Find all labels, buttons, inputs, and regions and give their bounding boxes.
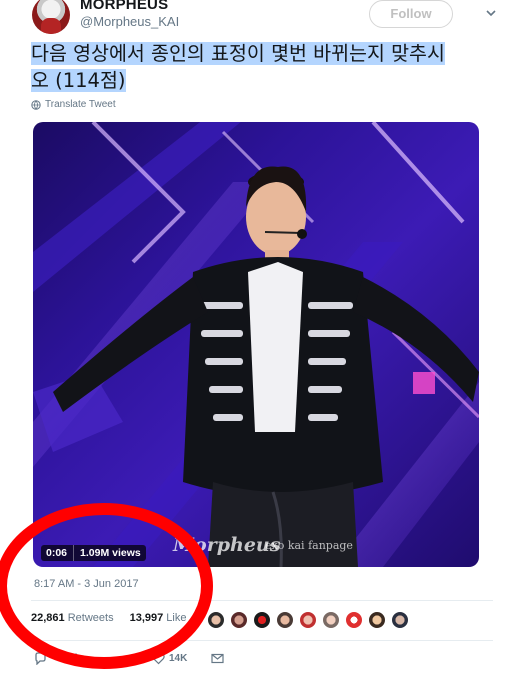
liker-avatar[interactable] [253, 611, 271, 629]
video-frame [33, 122, 479, 567]
retweet-icon [73, 652, 86, 664]
video-badge: 0:06 1.09M views [41, 545, 146, 561]
reply-icon [35, 651, 46, 665]
translate-label: Translate Tweet [45, 99, 116, 110]
divider [31, 640, 493, 641]
liker-avatar[interactable] [207, 611, 225, 629]
liker-avatar[interactable] [345, 611, 363, 629]
tweet-header: MORPHEUS @Morpheus_KAI Follow [0, 0, 507, 36]
liker-avatar[interactable] [368, 611, 386, 629]
heart-icon [152, 652, 165, 664]
likes-count: 13,997 [129, 612, 164, 624]
display-name[interactable]: MORPHEUS [80, 0, 168, 13]
avatar[interactable] [32, 0, 70, 34]
likes-label: Like [166, 612, 187, 624]
retweets-stat[interactable]: 22,861 Retweets [31, 612, 114, 624]
likes-stat[interactable]: 13,997 Like [130, 612, 187, 624]
tweet-text-line1: 다음 영상에서 종인의 표정이 몇번 바뀌는지 맞추시 [31, 42, 445, 65]
liker-avatar[interactable] [276, 611, 294, 629]
video-duration: 0:06 [46, 547, 68, 559]
liker-avatar[interactable] [391, 611, 409, 629]
envelope-icon [211, 653, 224, 663]
tweet-text-line2: 오 (114점) [31, 69, 126, 92]
liker-avatar[interactable] [299, 611, 317, 629]
tweet-actions: 14K [34, 651, 224, 665]
like-count: 14K [169, 652, 188, 664]
retweets-label: Retweets [67, 612, 114, 624]
dm-button[interactable] [211, 652, 224, 665]
retweet-button[interactable] [73, 652, 86, 665]
tweet-stats: 22,861 Retweets 13,997 Like [31, 612, 186, 624]
retweets-count: 22,861 [31, 612, 65, 624]
video-views: 1.09M views [73, 545, 141, 561]
liker-avatars [207, 611, 409, 629]
tweet-timestamp[interactable]: 8:17 AM - 3 Jun 2017 [34, 578, 139, 590]
divider [31, 600, 493, 601]
liker-avatar[interactable] [230, 611, 248, 629]
chevron-down-icon[interactable] [486, 8, 496, 18]
tweet-text: 다음 영상에서 종인의 표정이 몇번 바뀌는지 맞추시 오 (114점) [31, 40, 491, 94]
reply-button[interactable] [34, 651, 47, 665]
globe-icon [31, 99, 41, 110]
translate-link[interactable]: Translate Tweet [31, 99, 116, 110]
video-player[interactable]: Morpheus exo kai fanpage [33, 122, 479, 567]
watermark-text: exo kai fanpage [265, 539, 353, 552]
like-button[interactable]: 14K [152, 652, 187, 665]
follow-button[interactable]: Follow [369, 0, 453, 28]
liker-avatar[interactable] [322, 611, 340, 629]
user-handle[interactable]: @Morpheus_KAI [80, 14, 179, 29]
